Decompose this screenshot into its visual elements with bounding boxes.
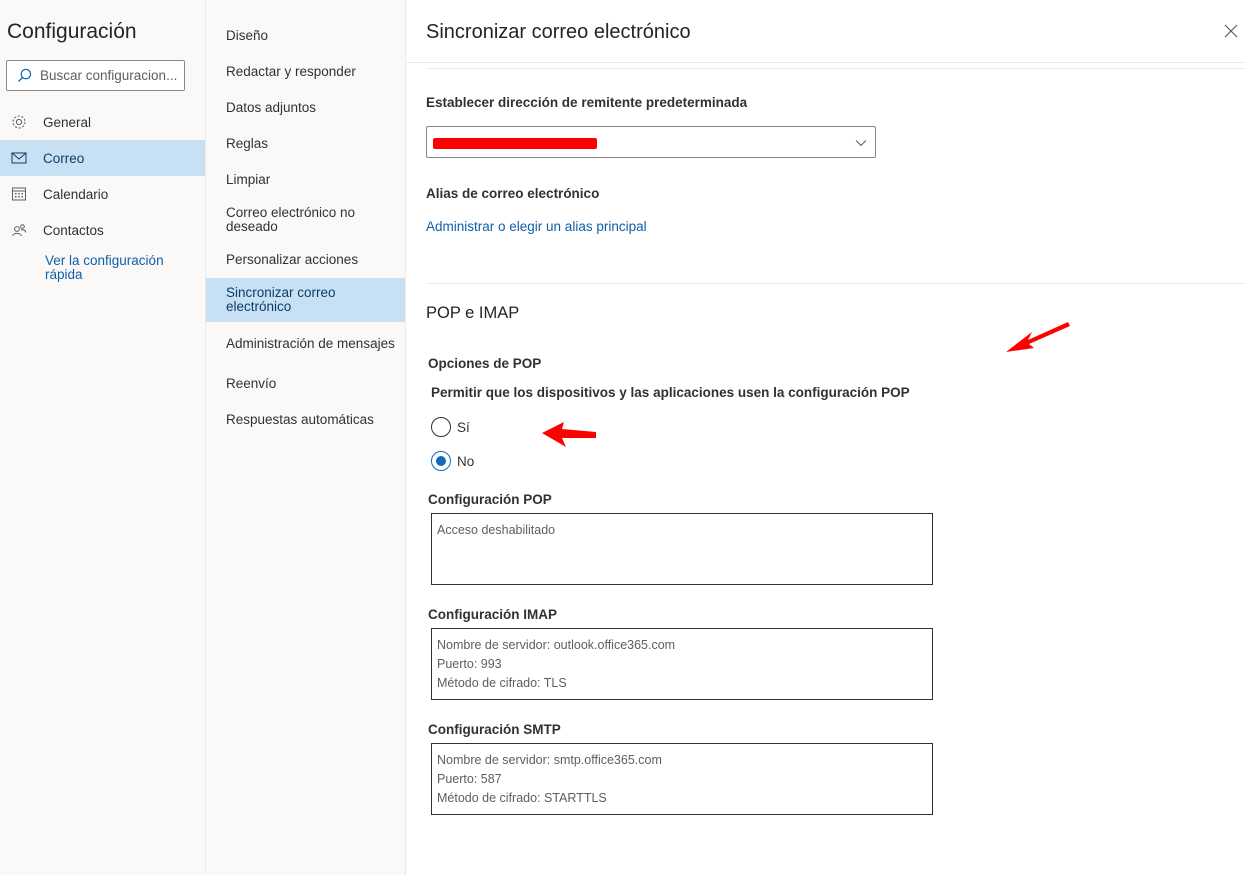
chevron-down-icon: [855, 140, 867, 147]
submenu-item-no-deseado[interactable]: Correo electrónico no deseado: [206, 206, 405, 234]
scroll-divider: [426, 68, 1246, 69]
radio-yes[interactable]: Sí: [431, 417, 470, 437]
nav-item-contactos[interactable]: Contactos: [0, 212, 205, 248]
submenu-item-reglas[interactable]: Reglas: [206, 137, 405, 151]
submenu-item-sincronizar[interactable]: Sincronizar correo electrónico: [206, 278, 405, 322]
redacted-email-value: [433, 138, 597, 149]
pop-config-label: Configuración POP: [428, 492, 552, 507]
mail-icon: [10, 149, 28, 167]
radio-yes-label: Sí: [457, 419, 470, 435]
search-input[interactable]: Buscar configuracion...: [6, 60, 185, 91]
nav-item-general[interactable]: General: [0, 104, 205, 140]
smtp-port-line: Puerto: 587: [437, 772, 502, 786]
page-title: Sincronizar correo electrónico: [426, 21, 691, 43]
gear-icon: [10, 113, 28, 131]
annotation-arrow-icon: [1006, 322, 1070, 352]
search-icon: [17, 68, 32, 83]
nav-item-calendario[interactable]: Calendario: [0, 176, 205, 212]
manage-alias-link[interactable]: Administrar o elegir un alias principal: [426, 219, 647, 234]
settings-nav-pane: Configuración Buscar configuracion... Ge…: [0, 0, 206, 875]
annotation-arrow-icon: [542, 422, 596, 447]
radio-no[interactable]: No: [431, 451, 474, 471]
nav-item-label: General: [43, 114, 92, 130]
submenu-item-diseno[interactable]: Diseño: [206, 29, 405, 43]
alias-label: Alias de correo electrónico: [426, 186, 600, 201]
sync-email-panel: Sincronizar correo electrónico Establece…: [406, 0, 1256, 875]
pop-options-label: Opciones de POP: [428, 356, 542, 371]
default-sender-label: Establecer dirección de remitente predet…: [426, 95, 748, 110]
imap-config-box: Nombre de servidor: outlook.office365.co…: [431, 628, 933, 700]
submenu-item-datos-adjuntos[interactable]: Datos adjuntos: [206, 101, 405, 115]
header-divider: [406, 62, 1246, 63]
submenu-item-limpiar[interactable]: Limpiar: [206, 173, 405, 187]
radio-no-label: No: [457, 453, 475, 469]
imap-port-line: Puerto: 993: [437, 657, 502, 671]
submenu-item-respuestas[interactable]: Respuestas automáticas: [206, 413, 405, 427]
default-sender-dropdown[interactable]: [426, 126, 876, 158]
submenu-item-reenvio[interactable]: Reenvío: [206, 377, 405, 391]
people-icon: [10, 221, 28, 239]
pop-question-label: Permitir que los dispositivos y las apli…: [431, 385, 910, 400]
close-button[interactable]: [1224, 24, 1240, 40]
calendar-icon: [10, 185, 28, 203]
nav-item-label: Calendario: [43, 186, 109, 202]
radio-circle[interactable]: [431, 417, 451, 437]
nav-item-label: Contactos: [43, 222, 104, 238]
quick-settings-link[interactable]: Ver la configuración rápida: [45, 254, 195, 282]
pop-imap-heading: POP e IMAP: [426, 304, 520, 322]
smtp-encryption-line: Método de cifrado: STARTTLS: [437, 791, 607, 805]
nav-item-correo[interactable]: Correo: [0, 140, 205, 176]
smtp-config-box: Nombre de servidor: smtp.office365.com P…: [431, 743, 933, 815]
section-divider: [426, 283, 1246, 284]
nav-item-label: Correo: [43, 150, 85, 166]
submenu-item-administracion[interactable]: Administración de mensajes: [206, 330, 405, 358]
radio-circle-checked[interactable]: [431, 451, 451, 471]
search-placeholder: Buscar configuracion...: [40, 68, 178, 83]
imap-server-line: Nombre de servidor: outlook.office365.co…: [437, 638, 676, 652]
mail-settings-submenu: Diseño Redactar y responder Datos adjunt…: [206, 0, 406, 875]
settings-title: Configuración: [7, 20, 137, 43]
smtp-config-label: Configuración SMTP: [428, 722, 561, 737]
pop-config-box: Acceso deshabilitado: [431, 513, 933, 585]
submenu-item-redactar[interactable]: Redactar y responder: [206, 65, 405, 79]
submenu-item-personalizar[interactable]: Personalizar acciones: [206, 253, 405, 267]
close-icon: [1224, 24, 1238, 38]
smtp-server-line: Nombre de servidor: smtp.office365.com: [437, 753, 662, 767]
imap-config-label: Configuración IMAP: [428, 607, 557, 622]
pop-config-line: Acceso deshabilitado: [437, 523, 556, 537]
imap-encryption-line: Método de cifrado: TLS: [437, 676, 567, 690]
